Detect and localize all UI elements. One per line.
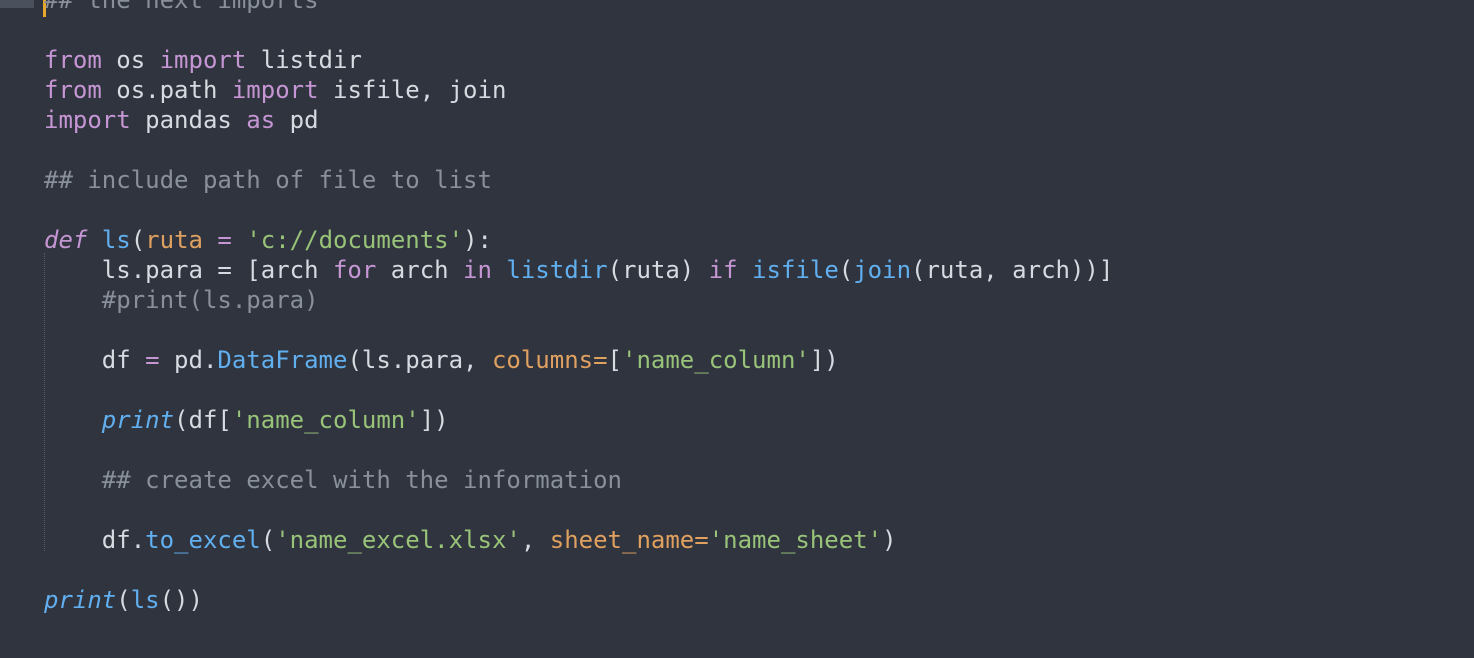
code-token-func: listdir [506,256,608,284]
code-line[interactable]: df.to_excel('name_excel.xlsx', sheet_nam… [44,525,1113,555]
code-token-keyword: in [463,256,492,284]
code-token-plain: ]) [809,346,839,374]
code-token-plain: , [520,526,550,554]
code-line[interactable]: ls.para = [arch for arch in listdir(ruta… [44,255,1114,285]
code-line[interactable] [44,555,1113,585]
code-token-string: 'name_column' [231,406,420,434]
code-line[interactable]: ## create excel with the information [44,465,1113,495]
code-line[interactable] [44,495,1113,525]
code-token-plain: isfile, join [318,76,507,104]
code-line[interactable]: #print(ls.para) [44,285,1113,315]
code-token-plain: pd [275,106,319,134]
code-token-plain: ( [116,586,131,614]
code-token-keyword: as [246,106,276,134]
code-token-keyword: import [159,46,247,74]
code-token-param: columns= [491,346,608,374]
code-token-comment: ## include path of file to list [44,166,492,194]
code-token-plain: ]) [419,406,449,434]
code-token-plain: pd. [159,346,218,374]
code-token-plain: ( [130,226,146,254]
code-line[interactable] [44,315,1113,345]
code-line[interactable]: print(ls()) [44,585,1113,615]
code-token-plain: (ruta, arch))] [911,256,1114,284]
code-token-plain: os.path [101,76,232,104]
code-line[interactable]: ## include path of file to list [44,165,1113,195]
code-token-plain: df. [44,526,146,554]
code-token-plain: pandas [130,106,247,134]
code-block[interactable]: ## the next imports from os import listd… [44,0,1113,615]
code-token-keyword: import [44,106,131,134]
code-token-string: 'name_sheet' [708,526,883,554]
code-token-plain: [ [607,346,622,374]
code-token-plain: ()) [159,586,203,614]
code-line[interactable]: def ls(ruta = 'c://documents'): [44,225,1113,255]
code-token-plain: (ls.para, [347,346,492,374]
code-token-param: sheet_name= [549,526,709,554]
code-token-plain: ) [882,526,897,554]
code-token-func: isfile [752,256,839,284]
code-token-def: def [44,226,88,254]
code-token-string: 'name_excel.xlsx' [275,526,521,554]
code-token-plain: os [101,46,160,74]
code-token-func: ls [130,586,160,614]
code-token-comment: ## the next imports [44,0,319,14]
code-line[interactable]: print(df['name_column']) [44,405,1113,435]
code-token-func: join [853,256,912,284]
code-line[interactable] [44,435,1113,465]
code-token-italic: print [44,586,117,614]
code-line[interactable] [44,135,1113,165]
code-token-plain: ( [838,256,854,284]
code-line[interactable] [44,375,1113,405]
code-token-plain: ): [463,226,492,254]
code-token-italic: print [101,406,175,434]
code-token-param: ruta [145,226,203,254]
code-token-plain: ls.para = [arch [44,256,333,284]
code-token-func: ls [101,226,131,254]
code-token-plain: (df[ [174,406,232,434]
code-token-func: to_excel [145,526,261,554]
code-token-plain: arch [376,256,464,284]
code-token-string: 'name_column' [622,346,810,374]
code-token-keyword: from [44,46,102,74]
code-line[interactable] [44,15,1113,45]
code-line[interactable]: df = pd.DataFrame(ls.para, columns=['nam… [44,345,1113,375]
code-token-plain: listdir [246,46,362,74]
code-token-keyword: import [231,76,319,104]
code-line[interactable] [44,195,1113,225]
code-token-op: = [202,226,247,254]
code-token-func: DataFrame [217,346,348,374]
code-line[interactable]: from os import listdir [44,45,1113,75]
code-line[interactable]: import pandas as pd [44,105,1113,135]
scroll-indicator [0,0,34,8]
code-token-keyword: for [332,256,377,284]
code-token-plain: df [44,346,146,374]
code-token-plain: (ruta) [607,256,709,284]
code-editor[interactable]: ## the next imports from os import listd… [0,0,1474,658]
code-token-comment: #print(ls.para) [44,286,319,314]
code-token-comment: ## create excel with the information [44,466,622,494]
code-line[interactable]: ## the next imports [44,0,1113,15]
code-line[interactable]: from os.path import isfile, join [44,75,1113,105]
code-token-plain: ( [260,526,276,554]
code-token-op: = [145,346,160,374]
code-token-string: 'c://documents' [246,226,464,254]
code-token-keyword: if [708,256,738,284]
code-token-keyword: from [44,76,102,104]
